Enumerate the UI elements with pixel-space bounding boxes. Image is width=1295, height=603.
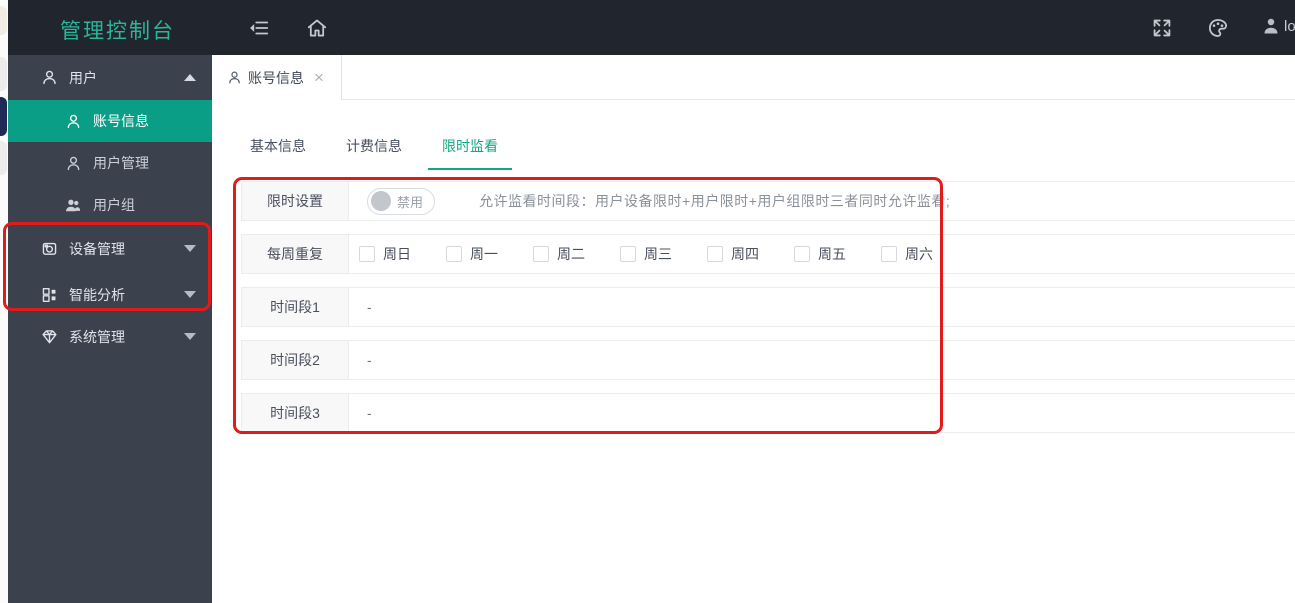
person-icon	[227, 70, 242, 85]
row-label: 时间段3	[241, 394, 349, 432]
tab-label: 账号信息	[248, 69, 304, 86]
form-row-period-2: 时间段2 -	[241, 340, 1295, 380]
row-label: 时间段2	[241, 341, 349, 379]
checkbox-wednesday[interactable]: 周三	[620, 244, 672, 264]
home-icon[interactable]	[306, 17, 328, 39]
tab-billing-info[interactable]: 计费信息	[332, 131, 416, 170]
checkbox-tuesday[interactable]: 周二	[533, 244, 585, 264]
person-icon	[65, 155, 82, 172]
form-row-period-1: 时间段1 -	[241, 287, 1295, 327]
page-tabbar: 账号信息 ×	[212, 55, 1295, 100]
subtabs: 基本信息 计费信息 限时监看	[236, 131, 524, 170]
sidebar-item-label: 用户组	[93, 197, 135, 213]
checkbox-icon	[533, 246, 549, 262]
tab-limit-watch[interactable]: 限时监看	[428, 131, 512, 170]
checkbox-icon	[881, 246, 897, 262]
row-label: 限时设置	[241, 182, 349, 220]
camera-icon	[41, 240, 58, 257]
sidebar-item-user-management[interactable]: 用户管理	[8, 142, 212, 184]
chevron-down-icon	[184, 291, 196, 298]
checkbox-icon	[707, 246, 723, 262]
period-value: -	[367, 352, 372, 368]
sidebar-item-label: 账号信息	[93, 113, 149, 129]
form-row-limit-setting: 限时设置 禁用 允许监看时间段：用户设备限时+用户限时+用户组限时三者同时允许监…	[241, 181, 1295, 221]
sidebar-item-account-info[interactable]: 账号信息	[8, 100, 212, 142]
background-icon-fragment	[0, 6, 7, 35]
sidebar-item-label: 设备管理	[69, 240, 125, 257]
background-icon-fragment	[0, 97, 7, 136]
close-icon[interactable]: ×	[314, 69, 324, 86]
period-value: -	[367, 299, 372, 315]
person-icon	[65, 113, 82, 130]
main-content: 基本信息 计费信息 限时监看 限时设置 禁用 允许监看时间段：用户设备限时+用户…	[212, 100, 1295, 603]
app-title: 管理控制台	[60, 20, 175, 43]
menu-fold-icon[interactable]	[248, 17, 270, 39]
user-menu[interactable]: lo	[1261, 16, 1295, 36]
sidebar-item-system-management[interactable]: 系统管理	[8, 314, 212, 359]
components-grid-icon	[41, 286, 58, 303]
user-outline-icon	[41, 69, 58, 86]
checkbox-icon	[794, 246, 810, 262]
admin-console-page: 管理控制台 lo 用户 账号信息 用户管理 用户组 设备管理 智能分析 系统管理…	[0, 0, 1295, 603]
sidebar-item-label: 用户管理	[93, 155, 149, 171]
background-icon-fragment	[0, 57, 7, 91]
toggle-state-label: 禁用	[397, 194, 424, 210]
checkbox-sunday[interactable]: 周日	[359, 244, 411, 264]
row-label: 每周重复	[241, 235, 349, 273]
checkbox-icon	[620, 246, 636, 262]
chevron-down-icon	[184, 245, 196, 252]
checkbox-thursday[interactable]: 周四	[707, 244, 759, 264]
checkbox-icon	[359, 246, 375, 262]
sidebar-item-device-management[interactable]: 设备管理	[8, 226, 212, 271]
sidebar-item-label: 智能分析	[69, 286, 125, 303]
sidebar: 用户 账号信息 用户管理 用户组 设备管理 智能分析 系统管理	[8, 55, 212, 603]
people-icon	[65, 197, 82, 214]
form-row-weekly-repeat: 每周重复 周日 周一 周二 周三 周四 周五 周六	[241, 234, 1295, 274]
fullscreen-icon[interactable]	[1151, 17, 1173, 39]
checkbox-friday[interactable]: 周五	[794, 244, 846, 264]
toggle-knob	[371, 191, 391, 211]
tab-account-info[interactable]: 账号信息 ×	[212, 55, 342, 100]
form-row-period-3: 时间段3 -	[241, 393, 1295, 433]
limit-help-text: 允许监看时间段：用户设备限时+用户限时+用户组限时三者同时允许监看;	[479, 193, 951, 209]
palette-icon[interactable]	[1207, 17, 1229, 39]
topbar: 管理控制台 lo	[8, 0, 1295, 55]
chevron-up-icon	[184, 74, 196, 81]
row-label: 时间段1	[241, 288, 349, 326]
sidebar-item-label: 用户	[69, 69, 97, 86]
gem-icon	[41, 328, 58, 345]
background-window-edge	[0, 0, 8, 603]
username-text: lo	[1284, 17, 1295, 35]
checkbox-saturday[interactable]: 周六	[881, 244, 933, 264]
chevron-down-icon	[184, 333, 196, 340]
user-icon	[1264, 18, 1278, 34]
sidebar-item-label: 系统管理	[69, 328, 125, 345]
limit-toggle-switch[interactable]: 禁用	[367, 187, 436, 215]
sidebar-item-users[interactable]: 用户	[8, 55, 212, 100]
checkbox-monday[interactable]: 周一	[446, 244, 498, 264]
period-value: -	[367, 405, 372, 421]
tab-basic-info[interactable]: 基本信息	[236, 131, 320, 170]
sidebar-item-user-group[interactable]: 用户组	[8, 184, 212, 226]
checkbox-icon	[446, 246, 462, 262]
background-icon-fragment	[0, 141, 7, 175]
sidebar-item-smart-analysis[interactable]: 智能分析	[8, 272, 212, 317]
